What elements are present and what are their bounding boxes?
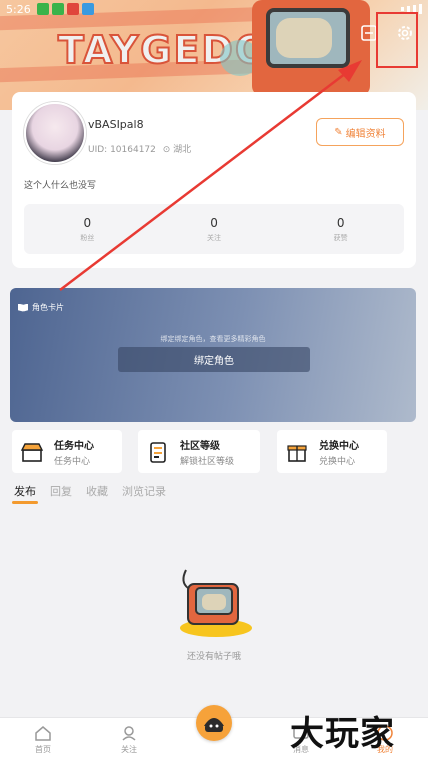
quick-entry-exchange[interactable]: 兑换中心 兑换中心 bbox=[277, 430, 387, 473]
role-card-hint: 绑定绑定角色，查看更多精彩角色 bbox=[160, 335, 266, 343]
quick-entry-title: 社区等级 bbox=[180, 440, 220, 452]
edit-profile-label: 编辑资料 bbox=[345, 128, 386, 140]
watermark-text: 大玩家 bbox=[290, 714, 395, 754]
stat-value: 0 bbox=[336, 215, 345, 230]
profile-card: vBASIpal8 UID: 10164172 ⊙ 湖北 ✎ 编辑资料 这个人什… bbox=[12, 92, 416, 268]
content-tabs: 发布 回复 收藏 浏览记录 bbox=[12, 483, 166, 504]
book-icon bbox=[18, 303, 28, 312]
app-notification-icon bbox=[66, 3, 79, 15]
edit-profile-button[interactable]: ✎ 编辑资料 bbox=[316, 118, 404, 146]
nickname: vBASIpal8 bbox=[88, 118, 144, 131]
empty-state-text: 还没有帖子哦 bbox=[186, 652, 241, 662]
tab-posts[interactable]: 发布 bbox=[12, 483, 38, 504]
nav-follow[interactable]: 关注 bbox=[104, 724, 154, 755]
gift-box-icon bbox=[285, 440, 309, 464]
avatar[interactable] bbox=[24, 102, 86, 164]
app-notification-icon bbox=[51, 3, 64, 15]
bind-role-button[interactable]: 绑定角色 bbox=[118, 347, 310, 372]
stat-label: 关注 bbox=[207, 233, 221, 242]
status-time: 5:26 bbox=[6, 2, 31, 16]
clipboard-icon bbox=[146, 440, 170, 464]
mascot-face bbox=[276, 18, 332, 58]
tab-favorites[interactable]: 收藏 bbox=[86, 483, 108, 503]
role-card: 角色卡片 绑定绑定角色，查看更多精彩角色 绑定角色 bbox=[10, 288, 416, 422]
app-notification-icon bbox=[36, 3, 49, 15]
nav-follow-label: 关注 bbox=[121, 745, 137, 754]
nav-home-label: 首页 bbox=[35, 745, 51, 754]
follow-icon bbox=[122, 726, 136, 741]
stall-icon bbox=[20, 440, 44, 464]
role-card-title: 角色卡片 bbox=[18, 302, 64, 313]
quick-entry-title: 兑换中心 bbox=[319, 440, 359, 452]
stat-following[interactable]: 0 关注 bbox=[151, 204, 278, 254]
bio-text: 这个人什么也没写 bbox=[24, 181, 97, 191]
uid-line: UID: 10164172 ⊙ 湖北 bbox=[88, 142, 191, 155]
stat-value: 0 bbox=[210, 215, 218, 230]
stats-panel: 0 粉丝 0 关注 0 获赞 bbox=[24, 204, 404, 254]
stat-likes[interactable]: 0 获赞 bbox=[277, 204, 404, 254]
quick-entry-subtitle: 解锁社区等级 bbox=[180, 456, 235, 467]
stat-fans[interactable]: 0 粉丝 bbox=[24, 204, 151, 254]
uid-text: UID: 10164172 bbox=[88, 145, 156, 155]
quick-entry-title: 任务中心 bbox=[54, 440, 94, 452]
role-card-title-text: 角色卡片 bbox=[32, 303, 64, 312]
quick-entry-subtitle: 任务中心 bbox=[54, 456, 91, 467]
stat-label: 获赞 bbox=[333, 233, 348, 242]
mascot-face-icon bbox=[204, 718, 224, 732]
nav-home[interactable]: 首页 bbox=[18, 724, 68, 755]
quick-entry-level[interactable]: 社区等级 解锁社区等级 bbox=[138, 430, 260, 473]
empty-state-mascot-icon bbox=[176, 562, 254, 640]
edit-icon: ✎ bbox=[334, 126, 343, 138]
tab-replies[interactable]: 回复 bbox=[50, 483, 72, 503]
location-pin-icon: ⊙ bbox=[162, 145, 171, 155]
nav-center-button[interactable] bbox=[196, 705, 232, 741]
status-bar: 5:26 bbox=[0, 0, 428, 18]
quick-entry-tasks[interactable]: 任务中心 任务中心 bbox=[12, 430, 122, 473]
stat-value: 0 bbox=[83, 215, 92, 230]
tab-history[interactable]: 浏览记录 bbox=[122, 483, 166, 503]
app-notification-icon bbox=[81, 3, 94, 15]
location-text: 湖北 bbox=[173, 145, 192, 155]
stat-label: 粉丝 bbox=[80, 233, 95, 242]
home-icon bbox=[35, 726, 51, 741]
annotation-highlight-box bbox=[376, 12, 418, 68]
quick-entry-subtitle: 兑换中心 bbox=[319, 456, 356, 467]
